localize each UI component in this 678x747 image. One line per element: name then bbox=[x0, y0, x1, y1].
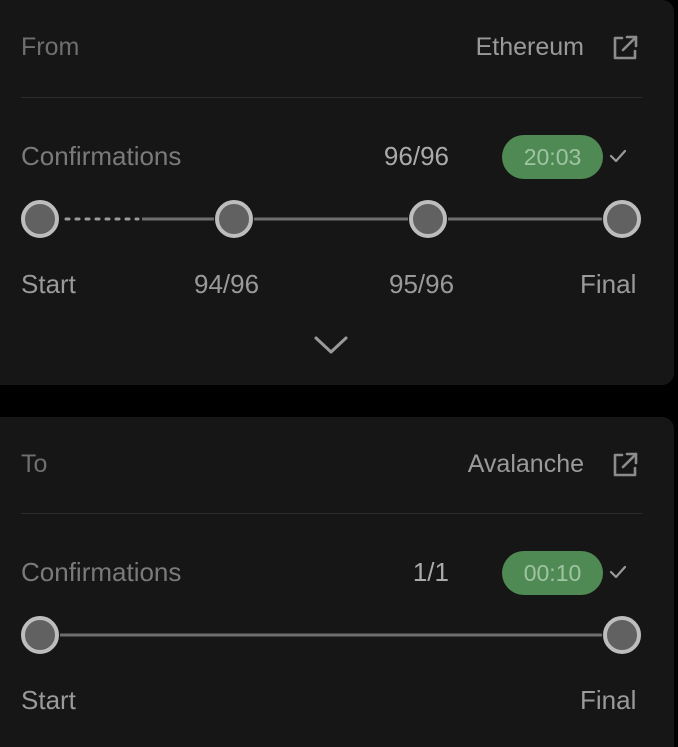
from-progress-track bbox=[21, 200, 641, 238]
check-icon bbox=[609, 565, 627, 579]
from-time-badge: 20:03 bbox=[502, 135, 603, 179]
step-label-94: 94/96 bbox=[194, 269, 260, 299]
to-chain-name: Avalanche bbox=[467, 450, 584, 478]
to-label: To bbox=[21, 450, 48, 478]
step-label-final: Final bbox=[580, 685, 637, 715]
from-divider bbox=[21, 97, 642, 98]
to-card: To Avalanche Confirmations 1/1 00:10 Sta… bbox=[0, 417, 674, 747]
step-label-final: Final bbox=[580, 269, 637, 299]
step-label-start: Start bbox=[21, 685, 76, 715]
step-node-94 bbox=[215, 200, 253, 238]
from-confirmations-label: Confirmations bbox=[21, 141, 182, 171]
step-label-95: 95/96 bbox=[389, 269, 455, 299]
from-chain-name: Ethereum bbox=[475, 33, 584, 61]
to-divider bbox=[21, 513, 642, 514]
step-node-start bbox=[21, 200, 59, 238]
step-node-final bbox=[603, 200, 641, 238]
external-link-icon[interactable] bbox=[610, 33, 640, 63]
from-card: From Ethereum Confirmations 96/96 20:03 … bbox=[0, 0, 674, 385]
to-confirmations-count: 1/1 bbox=[412, 557, 449, 587]
external-link-icon[interactable] bbox=[610, 450, 640, 480]
to-time-badge: 00:10 bbox=[502, 551, 603, 595]
step-node-start bbox=[21, 616, 59, 654]
step-node-final bbox=[603, 616, 641, 654]
step-label-start: Start bbox=[21, 269, 76, 299]
step-node-95 bbox=[409, 200, 447, 238]
chevron-down-icon[interactable] bbox=[312, 330, 350, 358]
from-confirmations-count: 96/96 bbox=[383, 141, 449, 171]
from-label: From bbox=[21, 33, 80, 61]
to-confirmations-label: Confirmations bbox=[21, 557, 182, 587]
to-progress-track bbox=[21, 616, 641, 654]
check-icon bbox=[609, 149, 627, 163]
